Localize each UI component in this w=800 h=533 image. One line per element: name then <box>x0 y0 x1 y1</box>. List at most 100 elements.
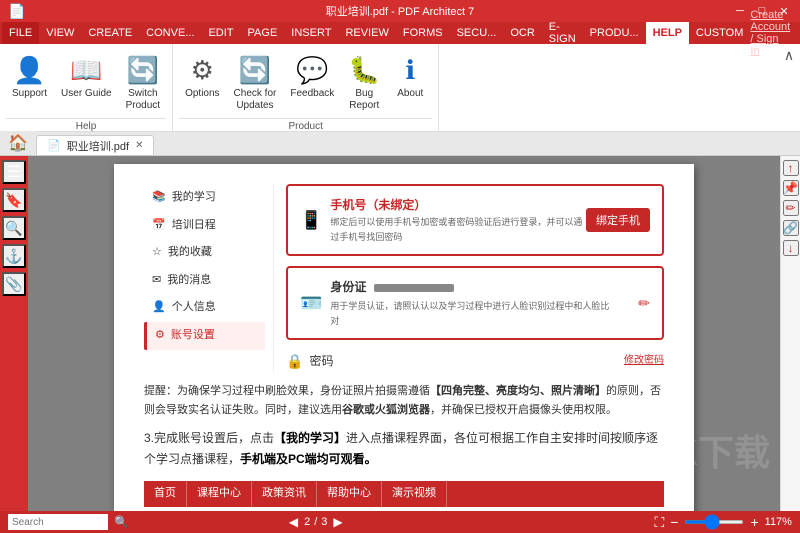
menu-item-edit[interactable]: EDIT <box>201 22 240 44</box>
pdf-nav-demo[interactable]: 演示视频 <box>382 481 447 507</box>
zoom-in-button[interactable]: + <box>750 514 758 530</box>
menu-item-create[interactable]: CREATE <box>81 22 139 44</box>
feedback-button[interactable]: 💬 Feedback <box>284 50 340 104</box>
about-icon: ℹ <box>394 54 426 86</box>
check-updates-icon: 🔄 <box>239 54 271 86</box>
title-bar: 📄 职业培训.pdf - PDF Architect 7 ─ □ ✕ <box>0 0 800 22</box>
modify-password-link[interactable]: 修改密码 <box>624 353 664 369</box>
id-section: 🪪 身份证 用于学员认证，请照认认以及学习过程中进行人脸识别过程中和人脸比对 ✏ <box>286 266 664 340</box>
id-subtitle: 用于学员认证，请照认认以及学习过程中进行人脸识别过程中和人脸比对 <box>330 299 610 328</box>
user-guide-icon: 📖 <box>70 54 102 86</box>
menu-item-products[interactable]: PRODU... <box>583 22 646 44</box>
id-edit-icon[interactable]: ✏ <box>638 292 650 314</box>
fit-page-button[interactable]: ⛶ <box>654 514 664 531</box>
phone-info: 📱 手机号（未绑定） 绑定后可以使用手机号加密或者密码验证后进行登录，并可以通过… <box>300 196 586 244</box>
right-panel-down-button[interactable]: ↓ <box>783 240 799 256</box>
id-label: 身份证 <box>330 278 366 297</box>
options-button[interactable]: ⚙ Options <box>179 50 225 104</box>
menu-item-security[interactable]: SECU... <box>450 22 504 44</box>
bind-phone-button[interactable]: 绑定手机 <box>586 208 650 232</box>
sidebar-clip-button[interactable]: 📎 <box>2 272 26 296</box>
status-bar: 🔍 ◀ 2 / 3 ▶ ⛶ − + 117% <box>0 511 800 533</box>
pdf-nav-help[interactable]: 帮助中心 <box>317 481 382 507</box>
status-right: ⛶ − + 117% <box>654 514 792 531</box>
messages-icon: ✉ <box>152 272 161 290</box>
status-left: 🔍 <box>8 514 129 530</box>
tab-close-button[interactable]: ✕ <box>135 140 143 151</box>
prev-page-button[interactable]: ◀ <box>289 515 298 529</box>
bug-report-button[interactable]: 🐛 BugReport <box>342 50 386 116</box>
menu-item-ocr[interactable]: OCR <box>503 22 541 44</box>
menu-item-view[interactable]: VIEW <box>39 22 81 44</box>
title-bar-title: 职业培训.pdf - PDF Architect 7 <box>326 3 475 19</box>
pdf-nav-courses[interactable]: 课程中心 <box>187 481 252 507</box>
feedback-label: Feedback <box>290 88 334 100</box>
title-bar-app-icon: 📄 <box>8 3 68 20</box>
right-panel-up-button[interactable]: ↑ <box>783 160 799 176</box>
options-label: Options <box>185 88 219 100</box>
sidebar-nav-button[interactable]: ☰ <box>2 160 26 184</box>
menu-item-file[interactable]: FILE <box>2 22 39 44</box>
about-button[interactable]: ℹ About <box>388 50 432 104</box>
pdf-nav-policy[interactable]: 政策资讯 <box>252 481 317 507</box>
left-sidebar: ☰ 🔖 🔍 ⚓ 📎 <box>0 156 28 511</box>
pdf-nav-study[interactable]: 📚 我的学习 <box>144 184 265 212</box>
phone-icon: 📱 <box>300 206 322 235</box>
menu-item-convert[interactable]: CONVE... <box>139 22 201 44</box>
menu-item-review[interactable]: REVIEW <box>338 22 395 44</box>
menu-bar: FILE VIEW CREATE CONVE... EDIT PAGE INSE… <box>0 22 800 44</box>
about-label: About <box>397 88 423 100</box>
next-page-button[interactable]: ▶ <box>333 515 342 529</box>
id-info: 身份证 用于学员认证，请照认认以及学习过程中进行人脸识别过程中和人脸比对 <box>330 278 630 328</box>
support-button[interactable]: 👤 Support <box>6 50 53 104</box>
right-panel-highlight-button[interactable]: ✏ <box>783 200 799 216</box>
pdf-nav-messages[interactable]: ✉ 我的消息 <box>144 267 265 295</box>
menu-item-page[interactable]: PAGE <box>241 22 285 44</box>
pdf-nav-favorites[interactable]: ☆ 我的收藏 <box>144 239 265 267</box>
pdf-nav-account[interactable]: ⚙ 账号设置 <box>144 322 265 350</box>
sidebar-search-button[interactable]: 🔍 <box>2 216 26 240</box>
zoom-level: 117% <box>765 516 792 528</box>
support-icon: 👤 <box>14 54 46 86</box>
right-panel-pin-button[interactable]: 📌 <box>783 180 799 196</box>
sidebar-anchor-button[interactable]: ⚓ <box>2 244 26 268</box>
account-icon: ⚙ <box>155 327 165 345</box>
tab-pdf-label: 职业培训.pdf <box>67 138 129 154</box>
current-page: 2 <box>304 516 310 528</box>
search-button[interactable]: 🔍 <box>114 515 129 529</box>
ribbon-collapse-button[interactable]: ∧ <box>782 48 796 62</box>
pdf-nav-schedule[interactable]: 📅 培训日程 <box>144 212 265 240</box>
bug-report-label: BugReport <box>349 88 379 112</box>
menu-item-custom[interactable]: CUSTOM <box>689 22 750 44</box>
right-panel-link-button[interactable]: 🔗 <box>783 220 799 236</box>
pdf-nav-profile[interactable]: 👤 个人信息 <box>144 294 265 322</box>
step-text: 3.完成账号设置后，点击【我的学习】进入点播课程界面，各位可根据工作自主安排时间… <box>144 428 664 471</box>
check-updates-label: Check forUpdates <box>234 88 277 112</box>
pdf-bottom-nav: 首页 课程中心 政策资讯 帮助中心 演示视频 <box>144 481 664 507</box>
switch-product-icon: 🔄 <box>127 54 159 86</box>
tab-pdf[interactable]: 📄 职业培训.pdf ✕ <box>36 135 154 155</box>
menu-item-insert[interactable]: INSERT <box>284 22 338 44</box>
study-icon: 📚 <box>152 189 166 207</box>
user-guide-label: User Guide <box>61 88 112 100</box>
ribbon-section-help: 👤 Support 📖 User Guide 🔄 SwitchProduct H… <box>0 44 173 131</box>
search-input[interactable] <box>8 514 108 530</box>
minimize-button[interactable]: ─ <box>732 4 748 18</box>
sidebar-bookmark-button[interactable]: 🔖 <box>2 188 26 212</box>
switch-product-button[interactable]: 🔄 SwitchProduct <box>120 50 166 116</box>
pdf-page: 📚 我的学习 📅 培训日程 ☆ 我的收藏 ✉ 我的消息 <box>114 164 694 511</box>
zoom-out-button[interactable]: − <box>670 514 678 530</box>
total-pages: 3 <box>321 516 327 528</box>
id-icon: 🪪 <box>300 289 322 318</box>
user-guide-button[interactable]: 📖 User Guide <box>55 50 118 104</box>
menu-item-help[interactable]: HELP <box>646 22 689 44</box>
pdf-nav-home[interactable]: 首页 <box>144 481 187 507</box>
menu-item-forms[interactable]: FORMS <box>396 22 450 44</box>
tab-home-button[interactable]: 🏠 <box>8 133 28 153</box>
check-updates-button[interactable]: 🔄 Check forUpdates <box>228 50 283 116</box>
zoom-slider[interactable] <box>684 520 744 524</box>
options-icon: ⚙ <box>186 54 218 86</box>
support-label: Support <box>12 88 47 100</box>
menu-item-esign[interactable]: E-SIGN <box>542 22 583 44</box>
phone-title: 手机号（未绑定） <box>330 196 586 215</box>
